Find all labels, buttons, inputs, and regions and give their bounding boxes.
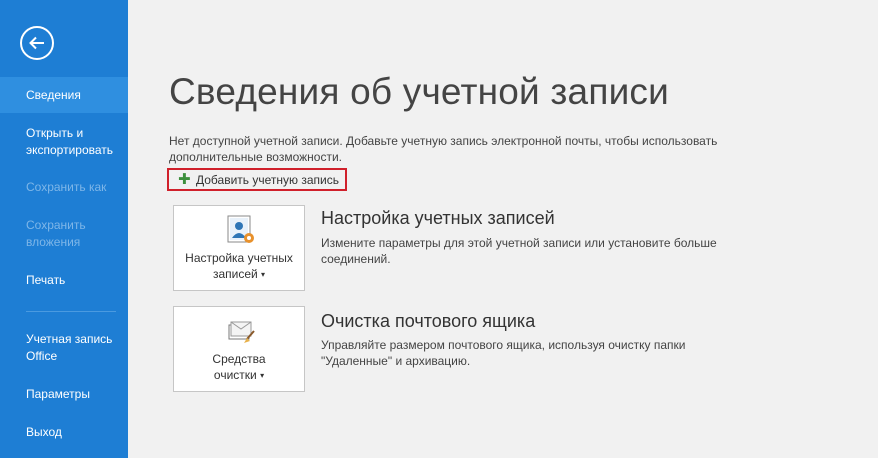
sidebar-item-save-attachments: Сохранить вложения [0, 217, 110, 251]
sidebar-item-label: Сведения [26, 88, 81, 102]
sidebar-item-open-export[interactable]: Открыть и экспортировать [0, 125, 124, 159]
sidebar-item-label: Сохранить вложения [26, 218, 86, 249]
back-button[interactable] [20, 26, 54, 60]
no-account-message: Нет доступной учетной записи. Добавьте у… [169, 134, 718, 164]
sidebar-item-label: Открыть и экспортировать [26, 126, 114, 157]
add-account-label: Добавить учетную запись [196, 173, 339, 187]
cleanup-tools-tile[interactable]: Средства очистки ▾ [173, 306, 305, 392]
sidebar-item-exit[interactable]: Выход [0, 424, 128, 441]
add-account-button[interactable]: ✚ Добавить учетную запись [167, 168, 347, 191]
account-settings-title: Настройка учетных записей [321, 208, 555, 228]
sidebar-divider [26, 311, 116, 312]
sidebar-item-label: Сохранить как [26, 180, 107, 194]
tile-label-line1: Средства [212, 352, 266, 366]
page-title: Сведения об учетной записи [169, 71, 670, 112]
tile-label-line2: записей ▾ [174, 266, 304, 283]
tile-label-text: очистки [213, 368, 257, 382]
dropdown-caret-icon: ▾ [260, 370, 265, 380]
sidebar-item-info[interactable]: Сведения [0, 77, 128, 113]
tile-label-line1: Настройка учетных [185, 251, 293, 265]
account-settings-icon [227, 215, 254, 243]
mailbox-cleanup-title: Очистка почтового ящика [321, 311, 536, 331]
dropdown-caret-icon: ▾ [261, 269, 266, 279]
cleanup-tools-icon [228, 321, 255, 343]
mailbox-cleanup-description: Управляйте размером почтового ящика, исп… [321, 338, 686, 368]
sidebar-item-print[interactable]: Печать [0, 272, 128, 289]
sidebar-item-label: Учетная запись Office [26, 332, 113, 363]
account-settings-tile[interactable]: Настройка учетных записей ▾ [173, 205, 305, 291]
back-arrow-icon [29, 36, 44, 50]
tile-label-text: записей [212, 267, 258, 281]
plus-icon: ✚ [178, 171, 191, 188]
sidebar-item-label: Параметры [26, 387, 90, 401]
sidebar-item-options[interactable]: Параметры [0, 386, 128, 403]
tile-label-line2: очистки ▾ [174, 367, 304, 384]
sidebar-item-label: Печать [26, 273, 66, 287]
sidebar-item-label: Выход [26, 425, 62, 439]
sidebar-item-office-account[interactable]: Учетная запись Office [0, 331, 120, 365]
sidebar-item-save-as: Сохранить как [0, 179, 128, 196]
account-settings-description: Измените параметры для этой учетной запи… [321, 236, 717, 266]
backstage-sidebar: Сведения Открыть и экспортировать Сохран… [0, 0, 128, 458]
